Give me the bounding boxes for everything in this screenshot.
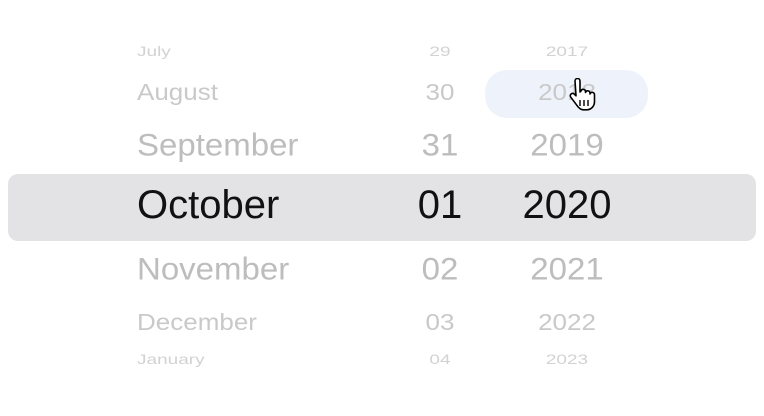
month-value[interactable]: September: [137, 127, 298, 163]
day-value[interactable]: 29: [429, 43, 450, 60]
year-value[interactable]: 2019: [530, 127, 603, 163]
year-value[interactable]: 2022: [538, 309, 596, 336]
month-value[interactable]: December: [137, 309, 257, 336]
year-value[interactable]: 2021: [530, 251, 603, 287]
selection-highlight: [8, 174, 756, 241]
day-value[interactable]: 31: [422, 127, 459, 163]
month-value[interactable]: July: [137, 43, 171, 60]
month-value[interactable]: October: [137, 183, 279, 228]
year-value[interactable]: 2023: [546, 351, 588, 368]
hand-pointer-cursor-icon: [569, 78, 596, 111]
month-value[interactable]: January: [137, 351, 205, 368]
day-value[interactable]: 30: [426, 79, 455, 106]
year-value[interactable]: 2017: [546, 43, 588, 60]
day-value[interactable]: 03: [426, 309, 455, 336]
month-value[interactable]: November: [137, 251, 289, 287]
month-value[interactable]: August: [137, 79, 218, 106]
day-value[interactable]: 04: [429, 351, 450, 368]
day-value[interactable]: 01: [418, 183, 463, 228]
year-value[interactable]: 2020: [523, 183, 612, 228]
day-value[interactable]: 02: [422, 251, 459, 287]
